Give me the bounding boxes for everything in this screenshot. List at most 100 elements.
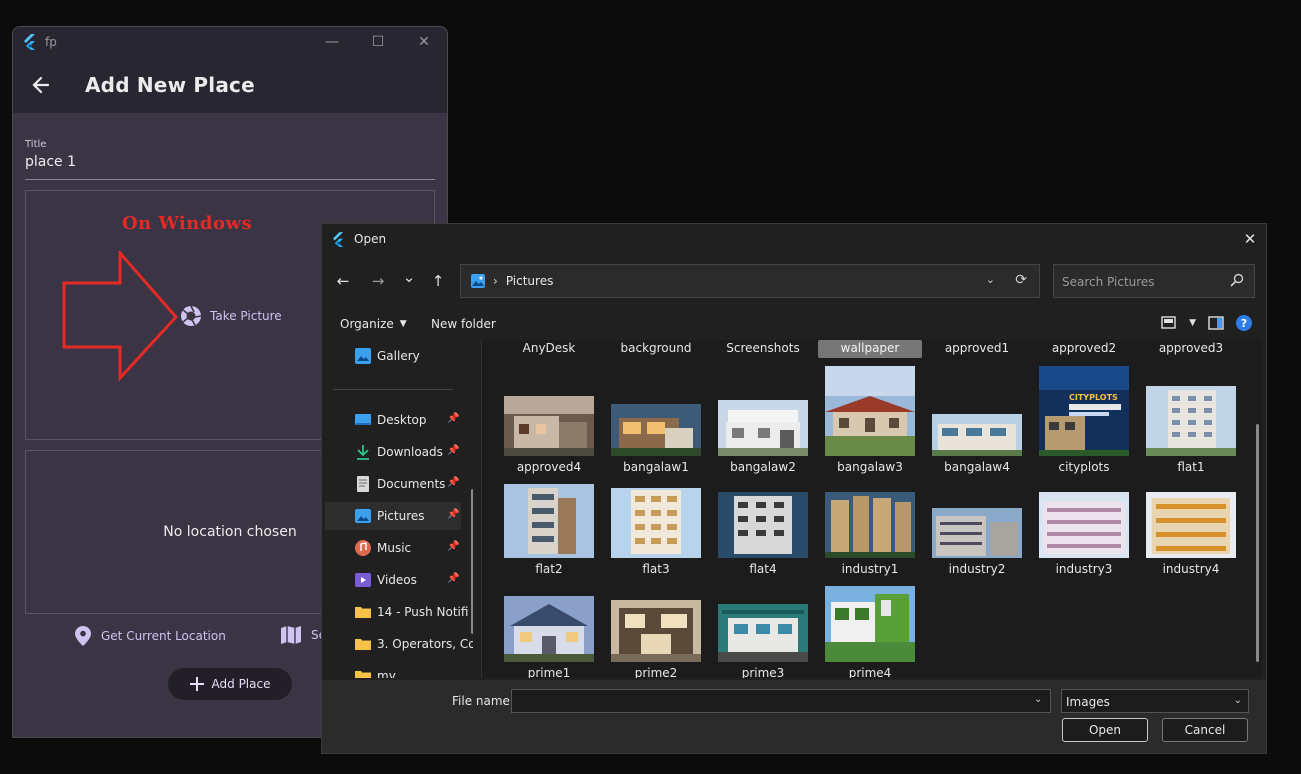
sidebar-item-label: Music	[377, 541, 412, 555]
cancel-button[interactable]: Cancel	[1162, 718, 1248, 742]
file-name: bangalaw1	[623, 460, 689, 474]
help-icon[interactable]: ?	[1236, 315, 1252, 331]
building-thumbnail-icon	[825, 492, 915, 558]
page-title: Add New Place	[85, 73, 255, 97]
file-item[interactable]: approved1	[924, 340, 1030, 358]
file-item[interactable]: prime3	[710, 576, 816, 678]
take-picture-button[interactable]: Take Picture	[180, 305, 282, 327]
file-item[interactable]: industry4	[1138, 476, 1244, 576]
sidebar-item-documents[interactable]: Documents 📌	[325, 470, 461, 498]
file-type-select[interactable]: Images ⌄	[1061, 689, 1249, 713]
sidebar-item-pictures[interactable]: Pictures 📌	[325, 502, 461, 530]
svg-text:CITYPLOTS: CITYPLOTS	[1069, 393, 1118, 402]
preview-pane-icon[interactable]	[1208, 316, 1224, 330]
sidebar-item-label: Pictures	[377, 509, 425, 523]
sidebar-item-music[interactable]: Music 📌	[325, 534, 461, 562]
get-current-location-label: Get Current Location	[101, 629, 226, 643]
folder-icon	[355, 639, 371, 650]
file-item[interactable]: approved3	[1138, 340, 1244, 358]
dialog-title: Open	[354, 232, 387, 246]
on-windows-annotation: On Windows	[122, 213, 253, 234]
file-item[interactable]: flat2	[496, 476, 602, 576]
folder-item[interactable]: Screenshots	[710, 340, 816, 358]
file-item[interactable]: prime4	[817, 576, 923, 678]
address-bar[interactable]: › Pictures ⌄ ⟳	[460, 264, 1040, 298]
recent-locations-button[interactable]: ⌄	[396, 264, 422, 290]
forward-button[interactable]: →	[365, 268, 391, 294]
add-place-label: Add Place	[211, 677, 271, 691]
app-titlebar[interactable]: fp — ☐ ✕	[13, 27, 447, 57]
sidebar-item-videos[interactable]: Videos 📌	[325, 566, 461, 594]
documents-icon	[357, 476, 369, 492]
red-arrow-annotation-icon	[62, 251, 178, 381]
up-button[interactable]: ↑	[425, 268, 451, 294]
file-item[interactable]: industry2	[924, 476, 1030, 576]
file-item[interactable]: prime1	[496, 576, 602, 678]
file-item[interactable]: industry1	[817, 476, 923, 576]
minimize-button[interactable]: —	[309, 27, 355, 57]
file-item[interactable]: bangalaw4	[924, 362, 1030, 474]
folder-item[interactable]: background	[603, 340, 709, 358]
sidebar-item-label: Gallery	[377, 349, 420, 363]
file-item[interactable]: bangalaw3	[817, 362, 923, 474]
file-item[interactable]: bangalaw1	[603, 362, 709, 474]
file-item[interactable]: flat4	[710, 476, 816, 576]
open-button[interactable]: Open	[1062, 718, 1148, 742]
back-button[interactable]: ←	[330, 268, 356, 294]
title-field[interactable]: Title place 1	[25, 125, 435, 180]
sidebar-item-folder-my[interactable]: my	[325, 662, 461, 678]
organize-button[interactable]: Organize ▼	[340, 317, 407, 331]
new-folder-button[interactable]: New folder	[431, 317, 496, 331]
sidebar-item-gallery[interactable]: Gallery	[325, 342, 461, 370]
file-name: industry4	[1162, 562, 1220, 576]
file-name-dropdown-icon[interactable]: ⌄	[1034, 694, 1042, 705]
file-item[interactable]: approved2	[1031, 340, 1137, 358]
file-item[interactable]: CITYPLOTS cityplots	[1031, 362, 1137, 474]
plus-icon	[189, 677, 204, 691]
file-item[interactable]: bangalaw2	[710, 362, 816, 474]
dialog-titlebar[interactable]: Open ✕	[322, 224, 1266, 254]
house-thumbnail-icon	[825, 366, 915, 456]
title-field-value[interactable]: place 1	[25, 154, 435, 170]
sidebar-item-desktop[interactable]: Desktop 📌	[325, 406, 461, 434]
breadcrumb-pictures[interactable]: Pictures	[506, 274, 554, 288]
view-dropdown-icon[interactable]: ▼	[1189, 318, 1196, 328]
view-options-icon[interactable]	[1161, 316, 1177, 330]
file-item[interactable]: prime2	[603, 576, 709, 678]
refresh-icon[interactable]: ⟳	[1015, 272, 1027, 288]
back-button[interactable]	[13, 57, 69, 113]
select-on-map-button[interactable]: Se	[281, 626, 326, 644]
file-name: bangalaw2	[730, 460, 796, 474]
sidebar-item-downloads[interactable]: Downloads 📌	[325, 438, 461, 466]
maximize-button[interactable]: ☐	[355, 27, 401, 57]
get-current-location-button[interactable]: Get Current Location	[75, 626, 226, 646]
add-place-button[interactable]: Add Place	[168, 668, 292, 700]
title-field-label: Title	[25, 139, 47, 150]
open-file-dialog: Open ✕ ← → ⌄ ↑ › Pictures ⌄ ⟳ Search Pic…	[321, 223, 1267, 754]
sidebar-item-folder-push-notifications[interactable]: 14 - Push Notifi	[325, 598, 468, 626]
address-dropdown-icon[interactable]: ⌄	[986, 273, 995, 286]
building-thumbnail-icon	[1039, 492, 1129, 558]
house-thumbnail-icon	[825, 586, 915, 662]
file-type-value: Images	[1066, 695, 1110, 709]
pin-icon: 📌	[447, 541, 460, 552]
file-list-scrollbar[interactable]	[1256, 424, 1259, 662]
file-item[interactable]: flat3	[603, 476, 709, 576]
folder-item[interactable]: AnyDesk	[496, 340, 602, 358]
file-item[interactable]: approved4	[496, 362, 602, 474]
file-item[interactable]: industry3	[1031, 476, 1137, 576]
pin-icon: 📌	[447, 445, 460, 456]
file-item[interactable]: flat1	[1138, 362, 1244, 474]
sidebar-item-folder-operators[interactable]: 3. Operators, Co	[325, 630, 473, 658]
navigation-scrollbar[interactable]	[471, 489, 473, 634]
chevron-down-icon: ▼	[399, 319, 407, 329]
new-folder-label: New folder	[431, 317, 496, 331]
file-name-input[interactable]	[511, 689, 1051, 713]
dialog-close-button[interactable]: ✕	[1240, 229, 1260, 249]
file-list: AnyDesk background Screenshots wallpaper…	[482, 340, 1262, 678]
close-button[interactable]: ✕	[401, 27, 447, 57]
organize-label: Organize	[340, 317, 394, 331]
folder-item-selected[interactable]: wallpaper	[818, 340, 922, 358]
search-box[interactable]: Search Pictures	[1053, 264, 1255, 298]
folder-icon	[355, 671, 371, 678]
